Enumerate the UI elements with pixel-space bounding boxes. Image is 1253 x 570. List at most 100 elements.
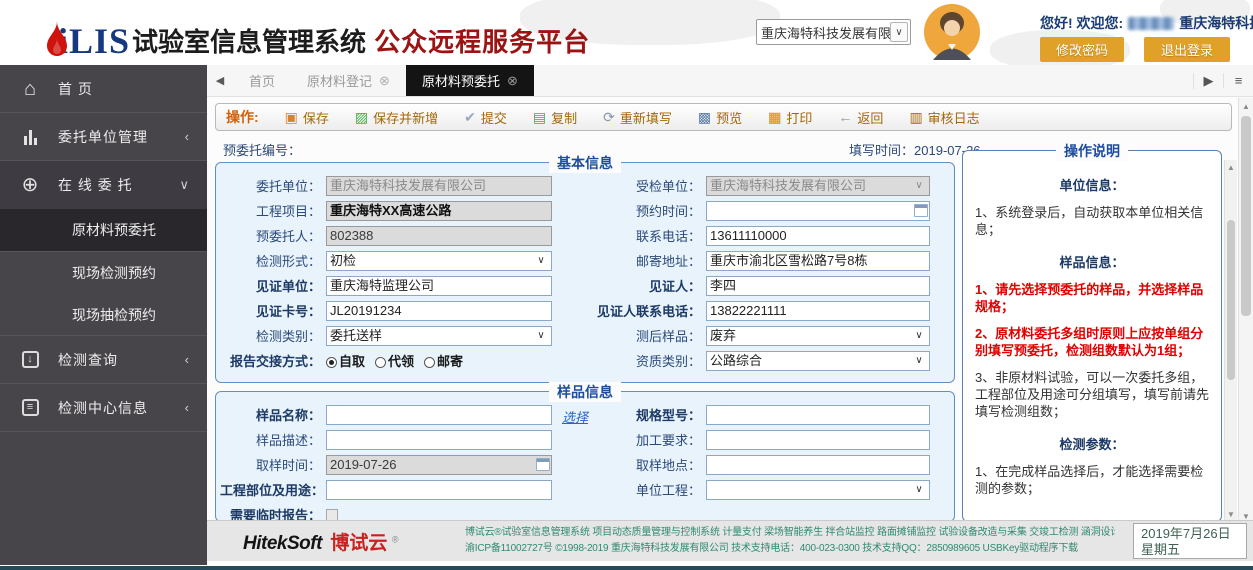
help-text: 1、在完成样品选择后，才能选择需要检测的参数；: [975, 463, 1209, 497]
appoint-time-field[interactable]: [706, 201, 930, 221]
sidebar-item-online-entrust[interactable]: ⊕ 在 线 委 托 ∨: [0, 161, 207, 209]
sidebar-subitem-site-sampling-appointment[interactable]: 现场抽检预约: [0, 294, 207, 336]
inspected-unit-select[interactable]: 重庆海特科技发展有限公司∨: [706, 176, 930, 196]
tab-raw-material-register[interactable]: 原材料登记 ⊗: [291, 65, 406, 96]
witness-field[interactable]: 李四: [706, 276, 930, 296]
company-select-value: 重庆海特科技发展有限: [757, 23, 890, 42]
delivery-radio-group: 自取 代领 邮寄: [326, 351, 552, 370]
preview-icon: ▩: [698, 110, 711, 124]
tab-list-icon[interactable]: ≡: [1223, 73, 1253, 88]
print-button[interactable]: ▦打印: [768, 108, 812, 127]
project-part-label: 工程部位及用途：: [220, 480, 324, 499]
tab-scroll-left-icon[interactable]: ◀: [207, 65, 233, 96]
sample-pick-link[interactable]: 选择: [562, 407, 588, 426]
process-req-field[interactable]: [706, 430, 930, 450]
close-icon[interactable]: ⊗: [507, 73, 518, 89]
document-icon: ≡: [18, 399, 42, 416]
globe-icon: ⊕: [18, 175, 42, 195]
tab-scroll-right-icon[interactable]: ▶: [1193, 73, 1223, 89]
tab-bar-controls: ▶ ≡: [1193, 65, 1253, 96]
sample-name-label: 样品名称：: [220, 405, 324, 424]
witness-unit-field[interactable]: 重庆海特监理公司: [326, 276, 552, 296]
sample-desc-field[interactable]: [326, 430, 552, 450]
tab-raw-material-preentrust[interactable]: 原材料预委托 ⊗: [406, 65, 534, 96]
avatar[interactable]: [924, 4, 980, 65]
sidebar-item-test-center-info[interactable]: ≡ 检测中心信息 ‹: [0, 384, 207, 432]
back-button[interactable]: ←返回: [838, 108, 883, 127]
project-part-field[interactable]: [326, 480, 552, 500]
tab-label: 首页: [249, 71, 275, 90]
scroll-up-icon[interactable]: ▲: [1225, 163, 1237, 172]
test-form-label: 检测形式：: [220, 251, 324, 270]
witness-card-field[interactable]: JL20191234: [326, 301, 552, 321]
spec-field[interactable]: [706, 405, 930, 425]
project-field[interactable]: 重庆海特XX高速公路: [326, 201, 552, 221]
basic-info-legend: 基本信息: [549, 153, 621, 173]
save-and-new-button[interactable]: ▨保存并新增: [355, 108, 438, 127]
change-password-button[interactable]: 修改密码: [1040, 37, 1124, 62]
sidebar-item-client-management[interactable]: 委托单位管理 ‹: [0, 113, 207, 161]
company-select[interactable]: 重庆海特科技发展有限 ∨: [756, 19, 911, 45]
help-body: 单位信息： 1、系统登录后，自动获取本单位相关信息； 样品信息： 1、请先选择预…: [963, 151, 1221, 503]
sidebar-subitem-raw-material-preentrust[interactable]: 原材料预委托: [0, 209, 207, 251]
chevron-down-icon[interactable]: ∨: [890, 22, 908, 42]
inspected-unit-label: 受检单位：: [554, 176, 704, 195]
scroll-down-icon[interactable]: ▼: [1225, 510, 1237, 519]
audit-log-button[interactable]: ▥审核日志: [909, 108, 979, 127]
chevron-down-icon: ∨: [534, 252, 548, 270]
save-button[interactable]: ▣保存: [285, 108, 329, 127]
footer-text: 博试云®试验室信息管理系统 项目动态质量管理与控制系统 计量支付 梁场智能养生 …: [465, 525, 1115, 557]
mail-address-field[interactable]: 重庆市渝北区雪松路7号8栋: [706, 251, 930, 271]
main-scrollbar[interactable]: ▲ ▼: [1238, 98, 1253, 525]
witness-phone-field[interactable]: 13822221111: [706, 301, 930, 321]
toolbar-prefix: 操作:: [226, 107, 259, 127]
calendar-icon[interactable]: [536, 458, 550, 471]
help-panel-scrollbar[interactable]: ▲ ▼: [1224, 160, 1237, 522]
sample-name-field[interactable]: [326, 405, 552, 425]
tab-home[interactable]: 首页: [233, 65, 291, 96]
scroll-up-icon[interactable]: ▲: [1239, 102, 1253, 111]
scrollbar-thumb[interactable]: [1227, 220, 1235, 380]
tab-label: 原材料预委托: [422, 71, 500, 90]
calendar-icon[interactable]: [914, 204, 928, 217]
scrollbar-thumb[interactable]: [1241, 116, 1251, 316]
bar-chart-icon: [18, 129, 42, 145]
radio-self-pickup[interactable]: 自取: [326, 351, 365, 370]
sidebar-item-test-query[interactable]: ↓ 检测查询 ‹: [0, 336, 207, 384]
help-text: 3、非原材料试验，可以一次委托多组，工程部位及用途可分组填写，填写前请先填写检测…: [975, 369, 1209, 420]
phone-field[interactable]: 13611110000: [706, 226, 930, 246]
unit-project-select[interactable]: ∨: [706, 480, 930, 500]
help-section-title: 检测参数：: [975, 434, 1209, 453]
submit-button[interactable]: ✔提交: [464, 108, 507, 127]
refill-button[interactable]: ⟳重新填写: [603, 108, 672, 127]
sampling-place-field[interactable]: [706, 455, 930, 475]
help-text-alert: 2、原材料委托多组时原则上应按单组分别填写预委托，检测组数默认为1组；: [975, 325, 1209, 359]
after-sample-select[interactable]: 废弃∨: [706, 326, 930, 346]
preview-button[interactable]: ▩预览: [698, 108, 742, 127]
chevron-down-icon: ∨: [912, 327, 926, 345]
copy-button[interactable]: ▤复制: [533, 108, 577, 127]
sidebar: ⌂ 首 页 委托单位管理 ‹ ⊕ 在 线 委 托 ∨ 原材料预委托 现场检测预约…: [0, 65, 207, 565]
user-company: 重庆海特科技: [1179, 15, 1253, 31]
footer: HitekSoft 博试云 ® 博试云®试验室信息管理系统 项目动态质量管理与控…: [207, 520, 1253, 561]
qualification-select[interactable]: 公路综合∨: [706, 351, 930, 371]
temp-report-checkbox[interactable]: [326, 509, 338, 521]
date-box: 2019年7月26日 星期五: [1133, 523, 1247, 559]
printer-icon: ▦: [768, 110, 781, 124]
sidebar-subitem-site-test-appointment[interactable]: 现场检测预约: [0, 252, 207, 294]
entrust-unit-field[interactable]: 重庆海特科技发展有限公司: [326, 176, 552, 196]
chevron-collapsed-icon: ‹: [185, 129, 189, 144]
sample-info-legend: 样品信息: [549, 382, 621, 402]
chevron-expanded-icon: ∨: [179, 177, 189, 193]
date-text: 2019年7月26日: [1141, 526, 1239, 542]
test-category-select[interactable]: 委托送样∨: [326, 326, 552, 346]
sampling-time-field[interactable]: 2019-07-26: [326, 455, 552, 475]
logout-button[interactable]: 退出登录: [1144, 37, 1230, 62]
test-form-select[interactable]: 初检∨: [326, 251, 552, 271]
sidebar-item-home[interactable]: ⌂ 首 页: [0, 65, 207, 113]
radio-proxy-pickup[interactable]: 代领: [375, 351, 414, 370]
close-icon[interactable]: ⊗: [379, 73, 390, 89]
pre-person-field[interactable]: 802388: [326, 226, 552, 246]
radio-mail[interactable]: 邮寄: [424, 351, 463, 370]
header: iLIS 试验室信息管理系统 公众远程服务平台 重庆海特科技发展有限 ∨ 您好!…: [0, 0, 1253, 65]
